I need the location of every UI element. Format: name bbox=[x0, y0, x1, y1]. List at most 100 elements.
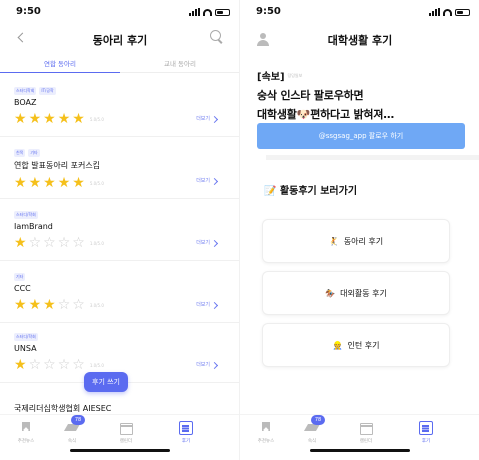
instagram-follow-button[interactable]: @ssgsag_app 팔로우 하기 bbox=[257, 123, 465, 149]
club-item[interactable]: 기타 CCC ★ ★ ★ ☆ ☆ 3.0/5.0 더보기 bbox=[0, 263, 240, 323]
status-time: 9:50 bbox=[16, 6, 41, 17]
chevron-right-icon[interactable] bbox=[212, 362, 218, 368]
memo-emoji-icon: 📝 bbox=[264, 186, 277, 197]
graduation-cap-icon: 78 bbox=[65, 415, 85, 435]
tab-union-clubs[interactable]: 연합 동아리 bbox=[0, 55, 120, 73]
rating-score: 5.0/5.0 bbox=[89, 180, 104, 186]
nav-item[interactable]: 78 숙식 bbox=[292, 415, 332, 444]
bottom-nav: 추천뉴스 78 숙식 캘린더 후기 bbox=[240, 414, 479, 460]
status-bar: 9:50 bbox=[240, 0, 479, 26]
star-empty-icon: ☆ bbox=[72, 297, 85, 313]
club-name[interactable]: 국제리더십학생협회 AIESEC bbox=[14, 403, 111, 414]
news-source: 덩덩일보 bbox=[287, 73, 303, 78]
header: 대학생활 후기 bbox=[240, 28, 479, 50]
rating-score: 1.0/5.0 bbox=[89, 240, 104, 246]
home-indicator bbox=[70, 449, 170, 452]
star-filled-icon: ★ bbox=[72, 111, 85, 127]
handball-emoji-icon: 🤾 bbox=[328, 237, 339, 246]
club-name: IamBrand bbox=[14, 222, 53, 231]
star-empty-icon: ☆ bbox=[57, 357, 71, 373]
status-icons bbox=[429, 8, 470, 16]
document-icon bbox=[179, 421, 193, 435]
club-review-screen: 9:50 동아리 후기 연합 동아리 교내 동아리 스터디학회 IT/공학 BOAZ… bbox=[0, 0, 240, 460]
star-filled-icon: ★ bbox=[43, 297, 56, 313]
news-banner[interactable]: [속보] 덩덩일보 숭삭 인스타 팔로우하면 대학생활🐶편하다고 밝혀져… bbox=[257, 65, 394, 122]
nav-item[interactable]: 캘린더 bbox=[346, 421, 386, 444]
star-filled-icon: ★ bbox=[14, 111, 27, 127]
bookmark-icon bbox=[259, 421, 273, 435]
star-filled-icon: ★ bbox=[43, 175, 56, 191]
category-tag: IT/공학 bbox=[39, 87, 56, 95]
nav-item[interactable]: 후기 bbox=[406, 421, 446, 444]
club-item[interactable]: 스터디학회 IT/공학 BOAZ ★ ★ ★ ★ ★ 5.0/5.0 더보기 bbox=[0, 77, 240, 137]
star-filled-icon: ★ bbox=[43, 111, 56, 127]
star-empty-icon: ☆ bbox=[72, 357, 85, 373]
bottom-nav: 추천뉴스 78 숙식 캘린더 후기 bbox=[0, 414, 240, 460]
nav-item[interactable]: 후기 bbox=[166, 421, 206, 444]
chevron-right-icon[interactable] bbox=[212, 116, 218, 122]
more-link[interactable]: 더보기 bbox=[196, 361, 210, 368]
section-title-text: 활동후기 보러가기 bbox=[279, 186, 358, 197]
write-review-button[interactable]: 후기 쓰기 bbox=[84, 372, 128, 392]
star-filled-icon: ★ bbox=[14, 297, 27, 313]
headline-line-2: 대학생활🐶편하다고 밝혀져… bbox=[257, 106, 394, 122]
wifi-icon bbox=[203, 8, 212, 16]
headline-line-1: 숭삭 인스타 팔로우하면 bbox=[257, 89, 364, 102]
rating-score: 1.0/5.0 bbox=[89, 362, 104, 368]
club-review-card[interactable]: 🤾 동아리 후기 bbox=[262, 219, 450, 263]
club-name: BOAZ bbox=[14, 98, 37, 107]
star-empty-icon: ☆ bbox=[72, 235, 85, 251]
college-life-review-screen: 9:50 대학생활 후기 [속보] 덩덩일보 숭삭 인스타 팔로우하면 대학생활🐶… bbox=[240, 0, 479, 460]
worker-emoji-icon: 👷 bbox=[332, 341, 343, 350]
section-divider bbox=[266, 155, 479, 160]
nav-label: 캘린더 bbox=[359, 439, 373, 444]
tab-campus-clubs[interactable]: 교내 동아리 bbox=[120, 55, 240, 72]
star-empty-icon: ☆ bbox=[28, 235, 42, 251]
dog-emoji-icon: 🐶 bbox=[296, 108, 311, 121]
chevron-right-icon[interactable] bbox=[212, 178, 218, 184]
nav-label: 숙식 bbox=[307, 439, 317, 444]
star-empty-icon: ☆ bbox=[57, 235, 71, 251]
page-title: 대학생활 후기 bbox=[327, 34, 393, 47]
nav-label: 후기 bbox=[181, 439, 191, 444]
battery-icon bbox=[455, 8, 470, 16]
club-item[interactable]: 친목 기타 연합 발표동아리 포커스킵 ★ ★ ★ ★ ★ 5.0/5.0 더보기 bbox=[0, 139, 240, 199]
nav-label: 추천뉴스 bbox=[17, 439, 35, 444]
tag-list: 기타 bbox=[14, 273, 240, 281]
notification-badge: 78 bbox=[311, 415, 325, 425]
star-filled-icon: ★ bbox=[57, 175, 71, 191]
calendar-icon bbox=[359, 421, 373, 435]
intern-review-card[interactable]: 👷 인턴 후기 bbox=[262, 323, 450, 367]
rating-score: 5.0/5.0 bbox=[89, 116, 104, 122]
chevron-right-icon[interactable] bbox=[212, 240, 218, 246]
nav-label: 추천뉴스 bbox=[257, 439, 275, 444]
nav-item[interactable]: 추천뉴스 bbox=[246, 421, 286, 444]
status-time: 9:50 bbox=[256, 6, 281, 17]
club-name: UNSA bbox=[14, 344, 37, 353]
notification-badge: 78 bbox=[71, 415, 85, 425]
star-filled-icon: ★ bbox=[14, 175, 27, 191]
club-item[interactable]: 스터디/학회 IamBrand ★ ☆ ☆ ☆ ☆ 1.0/5.0 더보기 bbox=[0, 201, 240, 261]
more-link[interactable]: 더보기 bbox=[196, 115, 210, 122]
more-link[interactable]: 더보기 bbox=[196, 239, 210, 246]
nav-item[interactable]: 캘린더 bbox=[106, 421, 146, 444]
star-filled-icon: ★ bbox=[57, 111, 71, 127]
search-icon[interactable] bbox=[210, 30, 224, 44]
chevron-right-icon[interactable] bbox=[212, 302, 218, 308]
more-link[interactable]: 더보기 bbox=[196, 177, 210, 184]
star-empty-icon: ☆ bbox=[57, 297, 71, 313]
nav-item[interactable]: 78 숙식 bbox=[52, 415, 92, 444]
external-activity-review-card[interactable]: 🏇 대외활동 후기 bbox=[262, 271, 450, 315]
section-title: 📝 활동후기 보러가기 bbox=[264, 182, 357, 197]
star-filled-icon: ★ bbox=[28, 297, 42, 313]
more-link[interactable]: 더보기 bbox=[196, 301, 210, 308]
headline-text: 편하다고 밝혀져… bbox=[310, 108, 395, 121]
club-name: CCC bbox=[14, 284, 31, 293]
star-filled-icon: ★ bbox=[14, 235, 27, 251]
status-icons bbox=[189, 8, 230, 16]
club-name: 연합 발표동아리 포커스킵 bbox=[14, 161, 101, 170]
bookmark-icon bbox=[19, 421, 33, 435]
nav-item[interactable]: 추천뉴스 bbox=[6, 421, 46, 444]
tag-list: 스터디학회 IT/공학 bbox=[14, 87, 240, 95]
signal-icon bbox=[189, 8, 200, 16]
